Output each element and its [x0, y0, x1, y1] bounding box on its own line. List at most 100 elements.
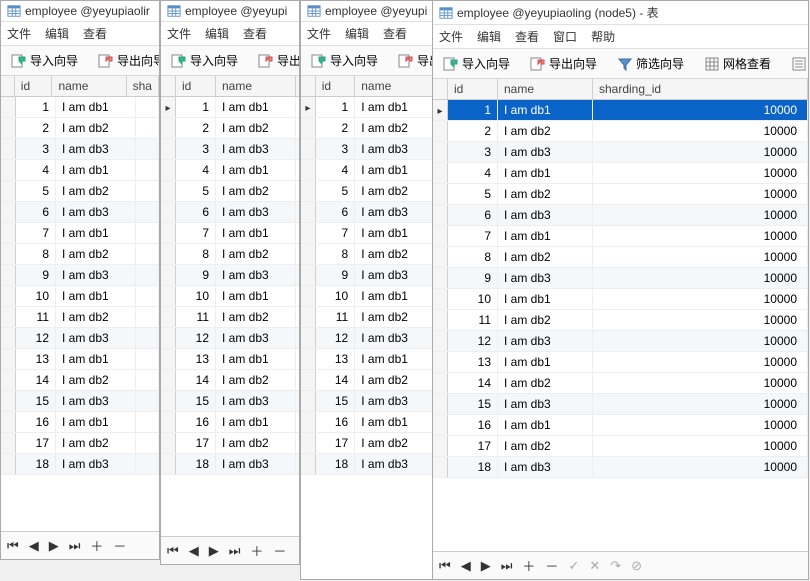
cell-name[interactable]: I am db1 — [355, 286, 434, 306]
cell-id[interactable]: 15 — [16, 391, 56, 411]
cell-id[interactable]: 13 — [448, 352, 498, 372]
table-row[interactable]: 8I am db210000 — [433, 247, 808, 268]
cell-name[interactable]: I am db1 — [56, 412, 136, 432]
table-row[interactable]: 18I am db3 — [161, 454, 299, 475]
cell-shard[interactable]: 10000 — [593, 394, 808, 414]
cell-id[interactable]: 17 — [16, 433, 56, 453]
cell-id[interactable]: 10 — [176, 286, 216, 306]
table-row[interactable]: 15I am db3 — [301, 391, 434, 412]
cell-id[interactable]: 18 — [448, 457, 498, 477]
export-button[interactable]: 导出向导 — [94, 50, 159, 71]
cell-id[interactable]: 4 — [16, 160, 56, 180]
nav-add[interactable]: ＋ — [90, 536, 103, 555]
cell-sha[interactable] — [136, 160, 159, 180]
nav-add[interactable]: ＋ — [522, 556, 535, 575]
cell-name[interactable]: I am db2 — [498, 310, 593, 330]
cell-sha[interactable] — [136, 370, 159, 390]
cell-name[interactable]: I am db3 — [498, 268, 593, 288]
cell-sha[interactable] — [136, 244, 159, 264]
table-row[interactable]: 5I am db2 — [301, 181, 434, 202]
table-row[interactable]: 18I am db310000 — [433, 457, 808, 478]
table-row[interactable]: 17I am db2 — [1, 433, 159, 454]
cell-name[interactable]: I am db2 — [216, 244, 296, 264]
col-id[interactable]: id — [316, 76, 356, 96]
cell-id[interactable]: 5 — [176, 181, 216, 201]
nav-prev[interactable]: ◀ — [461, 558, 471, 574]
table-row[interactable]: 13I am db110000 — [433, 352, 808, 373]
cell-name[interactable]: I am db3 — [498, 457, 593, 477]
table-row[interactable]: 17I am db210000 — [433, 436, 808, 457]
table-row[interactable]: 1I am db1 — [301, 97, 434, 118]
cell-sha[interactable] — [136, 181, 159, 201]
cell-id[interactable]: 3 — [176, 139, 216, 159]
cell-id[interactable]: 14 — [448, 373, 498, 393]
table-row[interactable]: 6I am db3 — [1, 202, 159, 223]
table-row[interactable]: 17I am db2 — [161, 433, 299, 454]
cell-name[interactable]: I am db3 — [56, 391, 136, 411]
cell-shard[interactable]: 10000 — [593, 100, 808, 120]
cell-name[interactable]: I am db1 — [355, 412, 434, 432]
cell-shard[interactable]: 10000 — [593, 184, 808, 204]
cell-shard[interactable]: 10000 — [593, 457, 808, 477]
col-shard[interactable]: sharding_id — [593, 79, 808, 99]
cell-id[interactable]: 9 — [448, 268, 498, 288]
cell-name[interactable]: I am db2 — [498, 247, 593, 267]
table-row[interactable]: 7I am db110000 — [433, 226, 808, 247]
cell-id[interactable]: 14 — [176, 370, 216, 390]
cell-name[interactable]: I am db2 — [498, 373, 593, 393]
cell-shard[interactable]: 10000 — [593, 415, 808, 435]
cell-id[interactable]: 6 — [448, 205, 498, 225]
table-row[interactable]: 16I am db110000 — [433, 415, 808, 436]
nav-apply[interactable]: ✓ — [568, 558, 579, 574]
table-row[interactable]: 11I am db210000 — [433, 310, 808, 331]
cell-id[interactable]: 7 — [176, 223, 216, 243]
import-button[interactable]: 导入向导 — [439, 53, 514, 74]
menu-edit[interactable]: 编辑 — [345, 25, 369, 42]
cell-id[interactable]: 7 — [316, 223, 356, 243]
grid-button[interactable]: 网格查看 — [700, 53, 775, 74]
cell-sha[interactable] — [136, 433, 159, 453]
cell-id[interactable]: 11 — [448, 310, 498, 330]
table-row[interactable]: 7I am db1 — [161, 223, 299, 244]
cell-name[interactable]: I am db3 — [355, 328, 434, 348]
cell-shard[interactable]: 10000 — [593, 331, 808, 351]
nav-delete[interactable]: － — [273, 541, 286, 560]
nav-prev[interactable]: ◀ — [29, 538, 39, 554]
nav-cancel[interactable]: ✕ — [589, 558, 600, 574]
col-sha[interactable]: sha — [127, 76, 159, 96]
table-row[interactable]: 9I am db3 — [1, 265, 159, 286]
table-row[interactable]: 11I am db2 — [161, 307, 299, 328]
table-row[interactable]: 1I am db1 — [1, 97, 159, 118]
cell-id[interactable]: 9 — [316, 265, 356, 285]
cell-name[interactable]: I am db3 — [56, 139, 136, 159]
cell-shard[interactable]: 10000 — [593, 352, 808, 372]
cell-name[interactable]: I am db3 — [355, 202, 434, 222]
table-row[interactable]: 15I am db3 — [1, 391, 159, 412]
cell-id[interactable]: 6 — [16, 202, 56, 222]
nav-delete[interactable]: － — [113, 536, 126, 555]
cell-id[interactable]: 17 — [448, 436, 498, 456]
table-row[interactable]: 14I am db2 — [1, 370, 159, 391]
table-row[interactable]: 9I am db310000 — [433, 268, 808, 289]
table-row[interactable]: 3I am db310000 — [433, 142, 808, 163]
table-row[interactable]: 2I am db2 — [161, 118, 299, 139]
cell-name[interactable]: I am db1 — [498, 226, 593, 246]
menu-view[interactable]: 查看 — [515, 28, 539, 45]
cell-shard[interactable]: 10000 — [593, 268, 808, 288]
cell-shard[interactable]: 10000 — [593, 436, 808, 456]
cell-sha[interactable] — [136, 286, 159, 306]
form-button[interactable]: 表单查 — [787, 53, 808, 74]
cell-id[interactable]: 10 — [448, 289, 498, 309]
col-id[interactable]: id — [15, 76, 53, 96]
menu-help[interactable]: 帮助 — [591, 28, 615, 45]
cell-name[interactable]: I am db3 — [216, 328, 296, 348]
cell-id[interactable]: 2 — [16, 118, 56, 138]
cell-id[interactable]: 16 — [316, 412, 356, 432]
cell-name[interactable]: I am db1 — [498, 100, 593, 120]
cell-id[interactable]: 13 — [176, 349, 216, 369]
nav-prev[interactable]: ◀ — [189, 543, 199, 559]
cell-shard[interactable]: 10000 — [593, 373, 808, 393]
cell-name[interactable]: I am db1 — [498, 352, 593, 372]
cell-id[interactable]: 12 — [16, 328, 56, 348]
cell-id[interactable]: 18 — [176, 454, 216, 474]
